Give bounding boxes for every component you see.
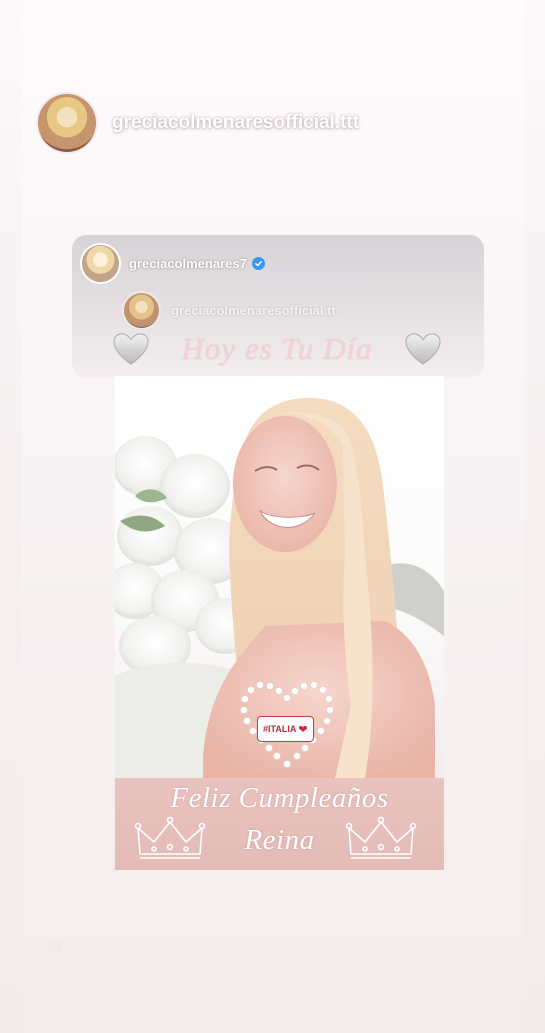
shared-post-header[interactable]: greciacolmenares7 [82,244,265,282]
banner-line-1: Feliz Cumpleaños [170,782,389,814]
crown-icon [134,816,206,859]
shared-post-username[interactable]: greciacolmenares7 [129,256,247,271]
red-heart-icon: ❤ [298,723,308,736]
post-photo[interactable]: #ITALIA ❤ [115,376,444,778]
grey-heart-icon [113,333,149,365]
greeting-text: Hoy es Tu Día [181,331,373,366]
greeting-row: Hoy es Tu Día [112,325,442,373]
crown-icon [345,816,417,859]
inner-username: greciacolmenaresofficial.tt [171,303,336,318]
birthday-banner: Feliz Cumpleaños Reina [115,778,444,870]
author-avatar[interactable] [38,94,96,152]
corner-mark: 23 [46,938,62,954]
shared-post-card[interactable]: greciacolmenares7 greciacolmenaresoffici… [72,235,484,378]
shared-post-avatar[interactable] [82,244,119,282]
inner-avatar [124,293,159,328]
verified-badge-icon [251,256,265,270]
hashtag-sticker[interactable]: #ITALIA ❤ [257,716,314,742]
inner-post-header: greciacolmenaresofficial.tt [124,293,336,328]
story-header[interactable]: greciacolmenaresofficial.ttt [38,93,359,153]
hashtag-text: #ITALIA [263,724,297,734]
author-username[interactable]: greciacolmenaresofficial.ttt [112,112,359,134]
grey-heart-icon [405,333,441,365]
